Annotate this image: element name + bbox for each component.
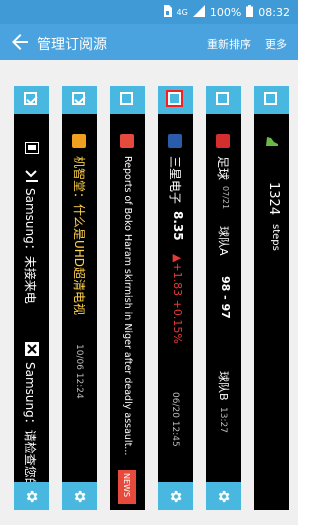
card-checkbox[interactable] (72, 92, 85, 105)
feed-card-sports[interactable]: 足球 07/21 球队A 98 - 97 球队B 13:27 (206, 86, 241, 510)
match-time: 13:27 (218, 407, 228, 433)
page-title: 管理订阅源 (37, 37, 107, 53)
card-header (158, 86, 193, 114)
app-bar: 管理订阅源 重新排序 更多 (0, 24, 298, 60)
card-header (254, 86, 289, 114)
match-date: 07/21 (221, 186, 230, 210)
team-b: 球队B (217, 371, 230, 401)
timestamp: 10/06 12:24 (74, 344, 84, 399)
card-settings-button[interactable] (62, 482, 97, 510)
stock-logo-icon (168, 134, 182, 148)
news-tag-label: NEWS (122, 473, 131, 498)
gear-icon (26, 490, 38, 503)
signal-icon (192, 4, 205, 20)
clock: 08:32 (258, 5, 290, 19)
feed-card-app[interactable]: 机智堂：什么是UHD超清电视 10/06 12:24 (62, 86, 97, 510)
back-button[interactable] (8, 30, 32, 54)
sim-icon (163, 4, 172, 20)
stock-price: 8.35 (171, 211, 185, 241)
close-box-icon (25, 342, 39, 356)
notification-print-check: Samsung：请检查您的印 (23, 362, 37, 502)
app-logo-icon (72, 134, 86, 148)
card-settings-button[interactable] (14, 482, 49, 510)
card-checkbox[interactable] (24, 92, 37, 105)
card-settings-button[interactable] (158, 482, 193, 510)
app-headline: 机智堂：什么是UHD超清电视 (72, 156, 86, 316)
card-header (14, 86, 49, 114)
status-icons: 4G 100% 08:32 (163, 4, 290, 20)
arrow-back-icon (12, 34, 28, 50)
feed-card-steps[interactable]: 1324 steps (254, 86, 289, 510)
news-headline: Reports of Boko Haram skirmish in Niger … (122, 156, 133, 456)
stock-change: ▲+1.83 +0.15% (171, 254, 184, 344)
feed-card-notifications[interactable]: Samsung：未接来电 Samsung：请检查您的印 (14, 86, 49, 510)
reorder-button[interactable]: 重新排序 (207, 36, 251, 52)
gear-icon (170, 490, 182, 503)
step-unit: steps (270, 224, 281, 251)
shoe-icon (266, 137, 278, 146)
card-checkbox[interactable] (168, 92, 181, 105)
status-bar: 4G 100% 08:32 (0, 0, 298, 24)
sports-logo-icon (216, 134, 230, 148)
card-checkbox[interactable] (120, 92, 133, 105)
battery-percent: 100% (209, 5, 242, 19)
news-tag: NEWS (118, 470, 136, 504)
gear-icon (74, 490, 86, 503)
more-button[interactable]: 更多 (265, 36, 287, 52)
battery-icon (246, 4, 254, 20)
feed-card-news[interactable]: Reports of Boko Haram skirmish in Niger … (110, 86, 145, 510)
notification-missed-call: Samsung：未接来电 (23, 188, 37, 304)
team-a: 球队A (217, 226, 230, 256)
monitor-icon (25, 142, 39, 154)
card-header (62, 86, 97, 114)
card-header (206, 86, 241, 114)
gear-icon (218, 490, 230, 503)
card-header (110, 86, 145, 114)
news-logo-icon (120, 134, 134, 148)
feed-card-stock[interactable]: 三星电子 8.35 ▲+1.83 +0.15% 06/20 12:45 (158, 86, 193, 510)
timestamp: 06/20 12:45 (170, 392, 180, 447)
step-count: 1324 (266, 182, 281, 216)
card-checkbox[interactable] (264, 92, 277, 105)
network-label: 4G (176, 7, 188, 17)
card-checkbox[interactable] (216, 92, 229, 105)
league-name: 足球 (216, 156, 230, 181)
stock-name: 三星电子 (168, 156, 182, 205)
card-settings-button[interactable] (206, 482, 241, 510)
missed-call-icon (25, 170, 38, 182)
match-score: 98 - 97 (219, 276, 232, 319)
